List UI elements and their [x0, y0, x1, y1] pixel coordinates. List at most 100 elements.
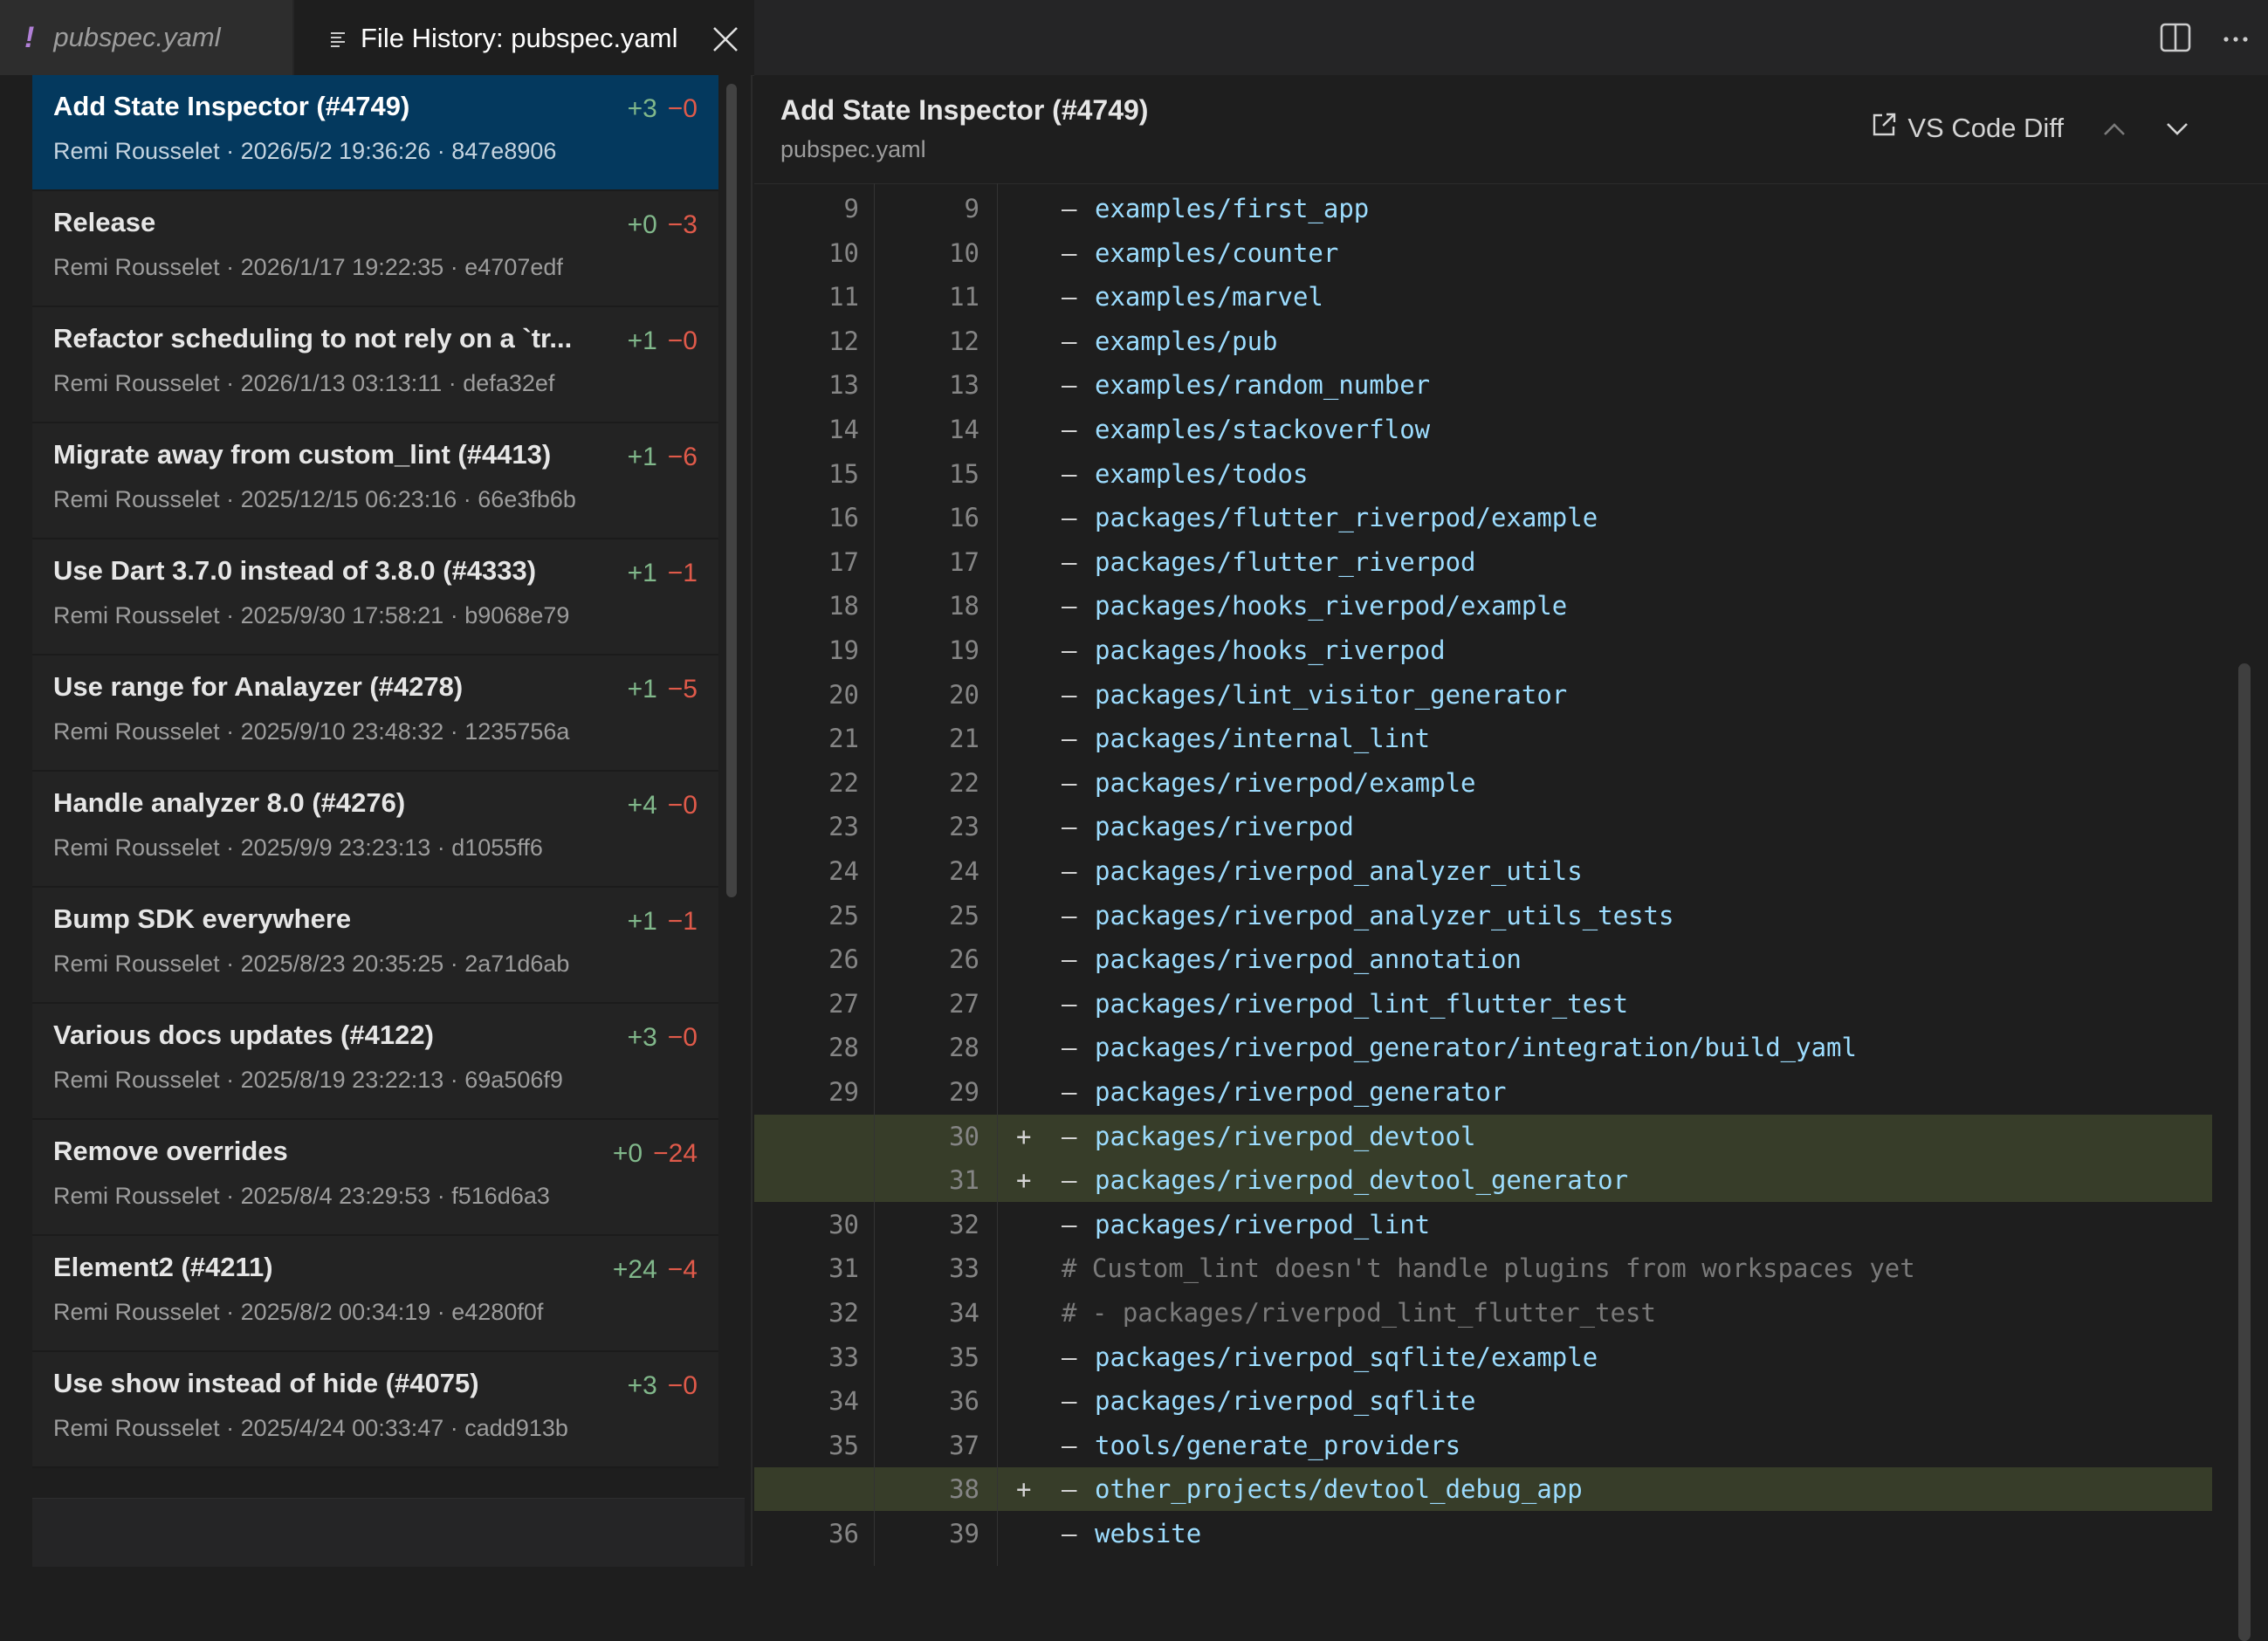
- new-line-number: 20: [949, 680, 979, 710]
- commit-stats: +1 −1: [628, 559, 698, 588]
- old-line-number: 28: [828, 1033, 859, 1062]
- chevron-up-icon[interactable]: [2102, 113, 2127, 144]
- old-line-number: 9: [843, 194, 859, 223]
- code-text: packages/riverpod/example: [1095, 768, 1476, 798]
- commit-item[interactable]: Various docs updates (#4122) Remi Roussel…: [32, 1004, 718, 1120]
- panel-divider[interactable]: [751, 75, 753, 1566]
- open-external-icon: [1871, 112, 1897, 145]
- deletions-count: −0: [667, 791, 698, 820]
- new-line-number: 15: [949, 459, 979, 489]
- additions-count: +0: [627, 210, 657, 239]
- tab-file-history[interactable]: File History: pubspec.yaml: [294, 0, 754, 75]
- diff-line: 22 22 – packages/riverpod/example: [754, 761, 2212, 805]
- list-dash: –: [1062, 370, 1077, 400]
- code-text: tools/generate_providers: [1095, 1431, 1461, 1460]
- list-dash: –: [1062, 856, 1077, 886]
- new-line-number: 34: [949, 1298, 979, 1328]
- editor-tab-bar: ! pubspec.yaml File History: pubspec.yam…: [0, 0, 2268, 76]
- code-text: packages/riverpod_sqflite/example: [1095, 1342, 1598, 1372]
- commit-item[interactable]: Handle analyzer 8.0 (#4276) Remi Roussele…: [32, 772, 718, 888]
- additions-count: +0: [612, 1139, 643, 1168]
- diff-line: 10 10 – examples/counter: [754, 231, 2212, 275]
- tab-pubspec-yaml[interactable]: ! pubspec.yaml: [0, 0, 293, 75]
- deletions-count: −1: [667, 559, 698, 587]
- old-line-number: 34: [828, 1386, 859, 1416]
- additions-count: +3: [627, 94, 657, 123]
- old-line-number: 10: [828, 238, 859, 268]
- commit-meta: Remi Rousselet · 2026/1/17 19:22:35 · e4…: [53, 254, 563, 280]
- diff-line-added: 30 + – packages/riverpod_devtool: [754, 1115, 2212, 1158]
- code-comment: # Custom_lint doesn't handle plugins fro…: [1062, 1253, 1915, 1283]
- list-dash: –: [1062, 989, 1077, 1019]
- code-text: examples/random_number: [1095, 370, 1431, 400]
- old-line-number: 23: [828, 812, 859, 841]
- list-dash: –: [1062, 194, 1077, 223]
- code-text: packages/internal_lint: [1095, 724, 1431, 753]
- commit-meta: Remi Rousselet · 2026/5/2 19:36:26 · 847…: [53, 138, 557, 164]
- commit-item[interactable]: Release Remi Rousselet · 2026/1/17 19:22:…: [32, 191, 718, 307]
- list-dash: –: [1062, 1386, 1077, 1416]
- old-line-number: 19: [828, 635, 859, 665]
- commit-item[interactable]: Remove overrides Remi Rousselet · 2025/8/…: [32, 1120, 718, 1236]
- commit-title: Bump SDK everywhere: [53, 903, 352, 934]
- new-line-number: 25: [949, 901, 979, 930]
- diff-line: 32 34 # - packages/riverpod_lint_flutter_t…: [754, 1291, 2212, 1335]
- new-line-number: 21: [949, 724, 979, 753]
- code-text: other_projects/devtool_debug_app: [1095, 1474, 1583, 1504]
- list-dash: –: [1062, 1519, 1077, 1548]
- new-line-number: 33: [949, 1253, 979, 1283]
- code-text: packages/riverpod: [1095, 812, 1354, 841]
- commit-item[interactable]: Migrate away from custom_lint (#4413) Rem…: [32, 423, 718, 539]
- diff-scrollbar[interactable]: [2238, 663, 2251, 1641]
- old-line-number: 14: [828, 415, 859, 444]
- deletions-count: −0: [667, 1023, 698, 1052]
- diff-code-view[interactable]: 9 9– examples/first_app 10 10– examples/count…: [754, 183, 2212, 1566]
- old-line-number: 20: [828, 680, 859, 710]
- old-line-number: 21: [828, 724, 859, 753]
- vs-code-diff-button[interactable]: VS Code Diff: [1871, 112, 2064, 145]
- commit-title: Use show instead of hide (#4075): [53, 1368, 479, 1398]
- commit-item[interactable]: Refactor scheduling to not rely on a `tr…: [32, 307, 718, 423]
- diff-line: 12 12 – examples/pub: [754, 319, 2212, 363]
- close-icon[interactable]: [711, 24, 740, 54]
- split-editor-icon[interactable]: [2160, 23, 2191, 57]
- commit-item[interactable]: Use range for Analayzer (#4278) Remi Rous…: [32, 656, 718, 772]
- list-dash: –: [1062, 1342, 1077, 1372]
- list-lines-icon: [329, 23, 348, 54]
- diff-line: 35 37 – tools/generate_providers: [754, 1424, 2212, 1467]
- old-line-number: 24: [828, 856, 859, 886]
- code-text: packages/riverpod_analyzer_utils: [1095, 856, 1583, 886]
- diff-line: 29 29 – packages/riverpod_generator: [754, 1070, 2212, 1114]
- list-dash: –: [1062, 547, 1077, 577]
- chevron-down-icon[interactable]: [2165, 113, 2189, 144]
- diff-line: 14 14 – examples/stackoverflow: [754, 408, 2212, 451]
- new-line-number: 17: [949, 547, 979, 577]
- diff-line: 33 35 – packages/riverpod_sqflite/example: [754, 1335, 2212, 1379]
- commit-stats: +1 −1: [628, 907, 698, 937]
- commit-item[interactable]: Add State Inspector (#4749) Remi Roussele…: [32, 75, 718, 191]
- commit-title: Add State Inspector (#4749): [53, 91, 410, 121]
- diff-line: 26 26 – packages/riverpod_annotation: [754, 937, 2212, 981]
- new-line-number: 12: [949, 326, 979, 356]
- commit-item[interactable]: Use show instead of hide (#4075) Remi Rou…: [32, 1352, 718, 1468]
- list-dash: –: [1062, 1474, 1077, 1504]
- diff-line: 11 11 – examples/marvel: [754, 275, 2212, 319]
- list-dash: –: [1062, 415, 1077, 444]
- commit-list-scrollbar[interactable]: [726, 84, 737, 897]
- old-line-number: 36: [828, 1519, 859, 1548]
- new-line-number: 26: [949, 944, 979, 974]
- commit-item[interactable]: Bump SDK everywhere Remi Rousselet · 2025…: [32, 888, 718, 1004]
- list-dash: –: [1062, 635, 1077, 665]
- old-line-number: 35: [828, 1431, 859, 1460]
- code-text: examples/first_app: [1095, 194, 1370, 223]
- diff-header: Add State Inspector (#4749) pubspec.yaml…: [754, 75, 2268, 184]
- more-actions-icon[interactable]: [2223, 32, 2249, 48]
- old-line-number: 22: [828, 768, 859, 798]
- commit-item[interactable]: Element2 (#4211) Remi Rousselet · 2025/8/…: [32, 1236, 718, 1352]
- new-line-number: 28: [949, 1033, 979, 1062]
- code-text: examples/pub: [1095, 326, 1278, 356]
- commit-item[interactable]: Use Dart 3.7.0 instead of 3.8.0 (#4333) R…: [32, 539, 718, 656]
- commit-title: Use Dart 3.7.0 instead of 3.8.0 (#4333): [53, 555, 537, 586]
- new-line-number: 36: [949, 1386, 979, 1416]
- diff-line: 34 36 – packages/riverpod_sqflite: [754, 1379, 2212, 1423]
